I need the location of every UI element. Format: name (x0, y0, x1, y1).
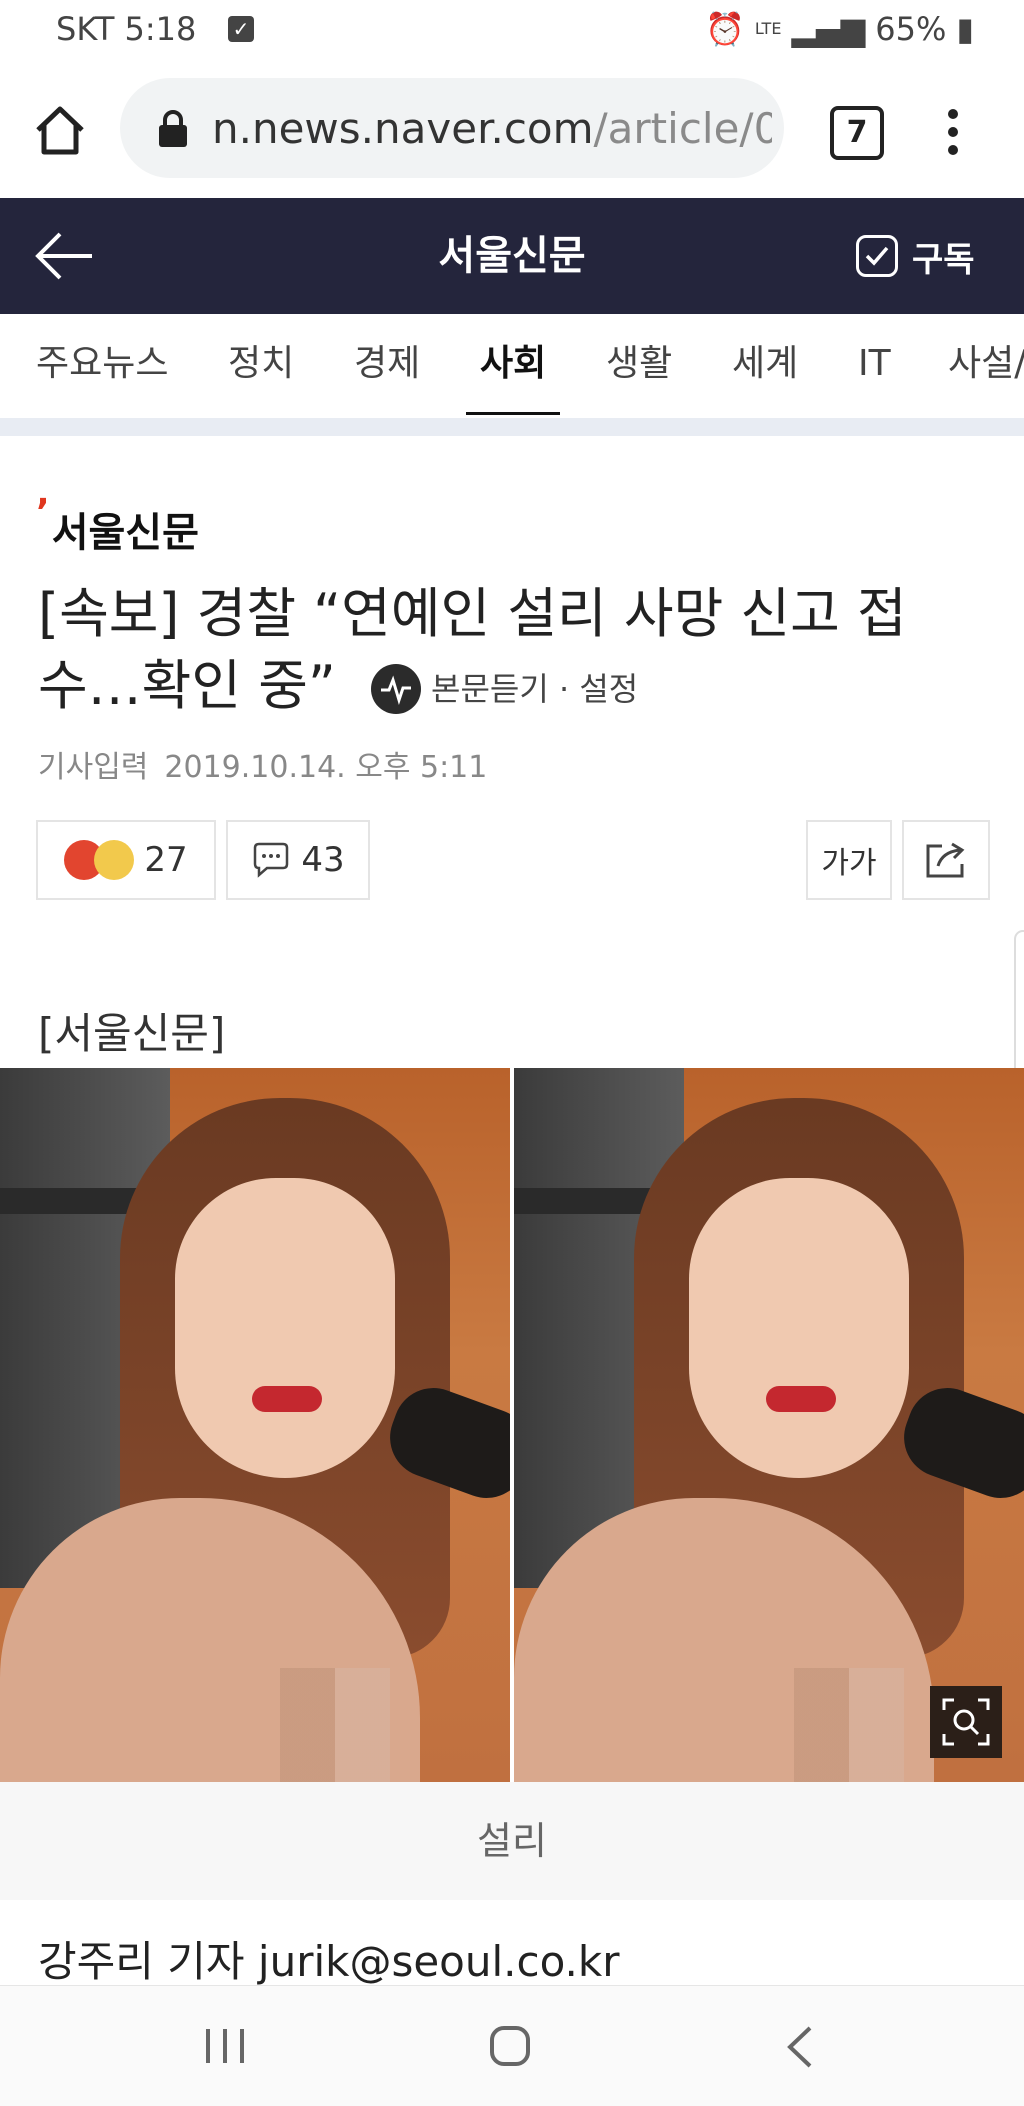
chevron-left-icon (787, 2026, 812, 2068)
press-mark-icon: ’ (36, 492, 50, 533)
comment-count: 43 (301, 840, 345, 880)
tab-politics[interactable]: 정치 (228, 334, 294, 394)
tab-it[interactable]: IT (858, 334, 891, 394)
tab-switcher-button[interactable]: 7 (830, 106, 884, 160)
tts-control[interactable]: 본문듣기 · 설정 (371, 653, 638, 725)
comment-button[interactable]: 43 (226, 820, 370, 900)
recent-apps-icon (206, 2029, 244, 2063)
reaction-button[interactable]: 27 (36, 820, 216, 900)
photo-right (514, 1068, 1024, 1782)
home-icon (36, 106, 84, 155)
press-logo[interactable]: ’서울신문 (36, 492, 199, 558)
url-domain: n.news.naver.com (212, 104, 594, 153)
status-indicators: ⏰ LTE ▂▄▆ 65% ▮ (705, 10, 974, 48)
article-headline: [속보] 경찰 “연예인 설리 사망 신고 접수…확인 중” 본문듣기 · 설정 (38, 578, 978, 725)
press-name: 서울신문 (51, 510, 199, 556)
signal-icon: ▂▄▆ (791, 10, 866, 48)
tab-editorial[interactable]: 사설/ (948, 334, 1024, 394)
tab-living[interactable]: 생활 (606, 334, 672, 394)
tts-label: 본문듣기 · 설정 (431, 670, 639, 709)
article-byline: 강주리 기자 jurik@seoul.co.kr (38, 1937, 620, 1986)
active-tab-underline (466, 412, 560, 415)
date-label: 기사입력 (38, 750, 149, 785)
battery-icon: ▮ (956, 10, 974, 48)
arrow-left-icon (35, 232, 92, 280)
section-separator (0, 418, 1024, 436)
comment-bubble-icon (254, 842, 289, 878)
home-button[interactable] (30, 100, 90, 160)
lock-icon (156, 110, 190, 148)
font-size-label: 가가 (821, 846, 877, 881)
more-vert-icon (948, 109, 958, 155)
share-icon (926, 842, 965, 878)
zoom-search-icon (942, 1698, 990, 1746)
status-carrier-time: SKT 5:18 (56, 10, 197, 48)
system-back-button[interactable] (780, 2022, 820, 2072)
reaction-count: 27 (144, 840, 188, 880)
photo-divider (510, 1068, 514, 1782)
notification-check-icon: ✓ (228, 16, 254, 42)
photo-left (0, 1068, 510, 1782)
back-button[interactable] (32, 226, 96, 286)
url-path: /article/08 (593, 104, 772, 153)
article-source-tag: [서울신문] (38, 1009, 226, 1058)
font-size-button[interactable]: 가가 (806, 820, 892, 900)
browser-menu-button[interactable] (938, 104, 968, 160)
listen-icon (371, 664, 422, 715)
sad-emoji-icon (94, 840, 135, 880)
system-home-button[interactable] (488, 2024, 532, 2068)
tab-main-news[interactable]: 주요뉴스 (36, 334, 168, 394)
tab-society[interactable]: 사회 (480, 334, 546, 394)
battery-level: 65% (875, 10, 947, 48)
tab-world[interactable]: 세계 (732, 334, 798, 394)
subscribe-button[interactable]: 구독 (856, 226, 975, 286)
home-circle-icon (490, 2026, 530, 2066)
photo-zoom-button[interactable] (930, 1686, 1002, 1758)
reaction-emoji-icons (64, 840, 135, 880)
checkbox-icon (856, 235, 898, 277)
date-value: 2019.10.14. 오후 5:11 (164, 750, 488, 785)
share-button[interactable] (902, 820, 990, 900)
photo-caption: 설리 (0, 1782, 1024, 1900)
url-text[interactable]: n.news.naver.com/article/08 (212, 104, 772, 153)
alarm-icon: ⏰ (705, 10, 745, 48)
recent-apps-button[interactable] (200, 2025, 250, 2067)
subscribe-label: 구독 (912, 239, 975, 280)
article-date: 기사입력 2019.10.14. 오후 5:11 (38, 742, 487, 786)
network-label: LTE (754, 19, 782, 38)
tab-economy[interactable]: 경제 (354, 334, 420, 394)
